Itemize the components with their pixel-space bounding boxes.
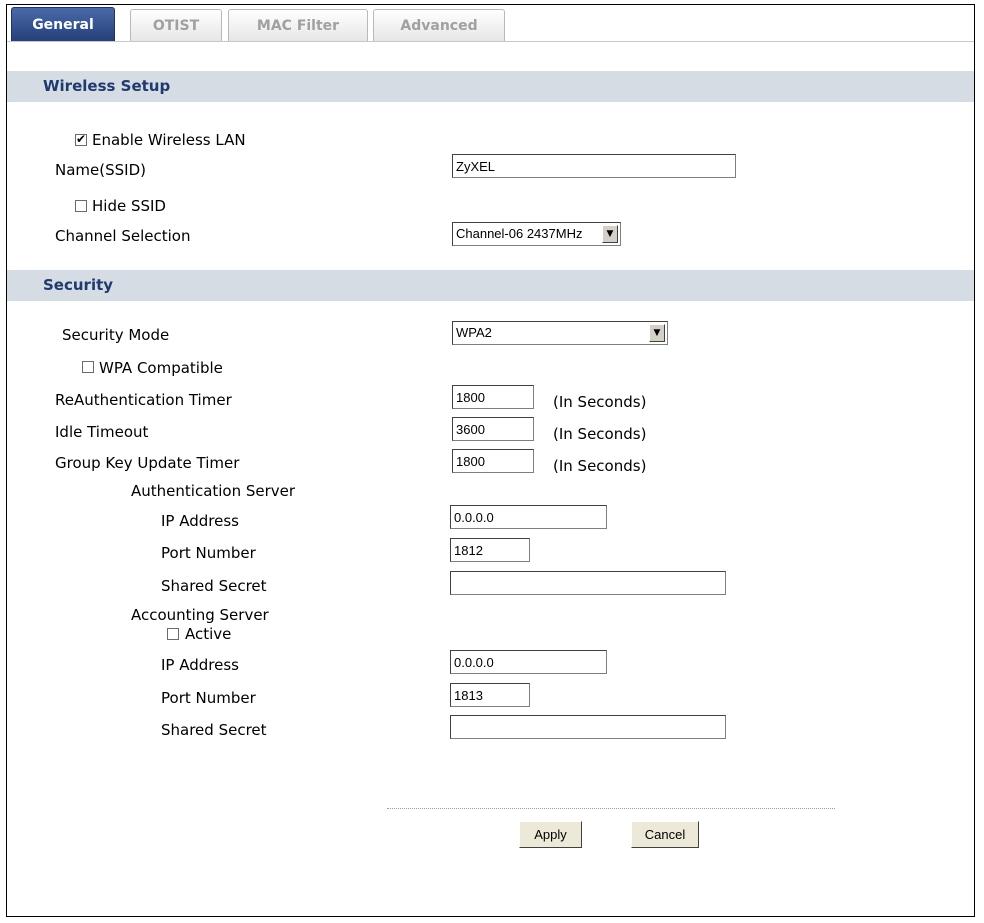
tab-bar: General OTIST MAC Filter Advanced [7,5,974,42]
enable-wireless-checkbox[interactable]: ✔ [75,132,87,146]
acct-active-checkbox[interactable] [167,628,179,640]
wpa-compatible-checkbox[interactable] [82,361,94,373]
section-security: Security [7,270,974,301]
reauth-timer-label: ReAuthentication Timer [55,391,232,409]
auth-ip-label: IP Address [161,512,239,530]
section-wireless-setup: Wireless Setup [7,71,974,102]
check-icon: ✔ [76,132,87,146]
acct-secret-input[interactable] [450,715,726,739]
dropdown-arrow-icon: ▼ [602,225,618,243]
security-mode-select[interactable]: WPA2 ▼ [452,321,668,345]
auth-secret-input[interactable] [450,571,726,595]
enable-wireless-label: Enable Wireless LAN [92,131,246,149]
idle-unit: (In Seconds) [553,425,647,443]
cancel-button[interactable]: Cancel [631,821,699,848]
auth-port-input[interactable] [450,538,530,562]
auth-secret-label: Shared Secret [161,577,267,595]
apply-button[interactable]: Apply [519,821,582,848]
section-title: Wireless Setup [43,77,171,95]
acct-secret-label: Shared Secret [161,721,267,739]
ssid-input[interactable] [452,154,736,178]
auth-server-heading: Authentication Server [131,482,296,500]
group-key-unit: (In Seconds) [553,457,647,475]
channel-label: Channel Selection [55,227,191,245]
reauth-timer-input[interactable] [452,385,534,409]
ssid-label: Name(SSID) [55,161,146,179]
divider [387,808,835,809]
tab-advanced[interactable]: Advanced [373,9,505,41]
tab-general[interactable]: General [11,7,115,41]
acct-active-label: Active [185,625,232,643]
acct-ip-input[interactable] [450,650,607,674]
acct-ip-label: IP Address [161,656,239,674]
idle-timeout-label: Idle Timeout [55,423,149,441]
channel-select[interactable]: Channel-06 2437MHz ▼ [452,222,621,246]
security-mode-value: WPA2 [456,325,492,340]
group-key-timer-input[interactable] [452,449,534,473]
auth-ip-input[interactable] [450,505,607,529]
idle-timeout-input[interactable] [452,417,534,441]
reauth-unit: (In Seconds) [553,393,647,411]
acct-port-input[interactable] [450,683,530,707]
channel-value: Channel-06 2437MHz [456,226,583,241]
security-mode-label: Security Mode [62,326,170,344]
hide-ssid-label: Hide SSID [92,197,166,215]
tab-otist[interactable]: OTIST [130,9,222,41]
wpa-compatible-label: WPA Compatible [99,359,223,377]
dropdown-arrow-icon: ▼ [649,324,665,342]
auth-port-label: Port Number [161,544,256,562]
acct-port-label: Port Number [161,689,256,707]
group-key-timer-label: Group Key Update Timer [55,454,240,472]
section-title: Security [43,276,114,294]
hide-ssid-checkbox[interactable] [75,200,87,212]
config-panel: General OTIST MAC Filter Advanced Wirele… [6,4,975,917]
acct-server-heading: Accounting Server [131,606,269,624]
tab-mac-filter[interactable]: MAC Filter [228,9,368,41]
